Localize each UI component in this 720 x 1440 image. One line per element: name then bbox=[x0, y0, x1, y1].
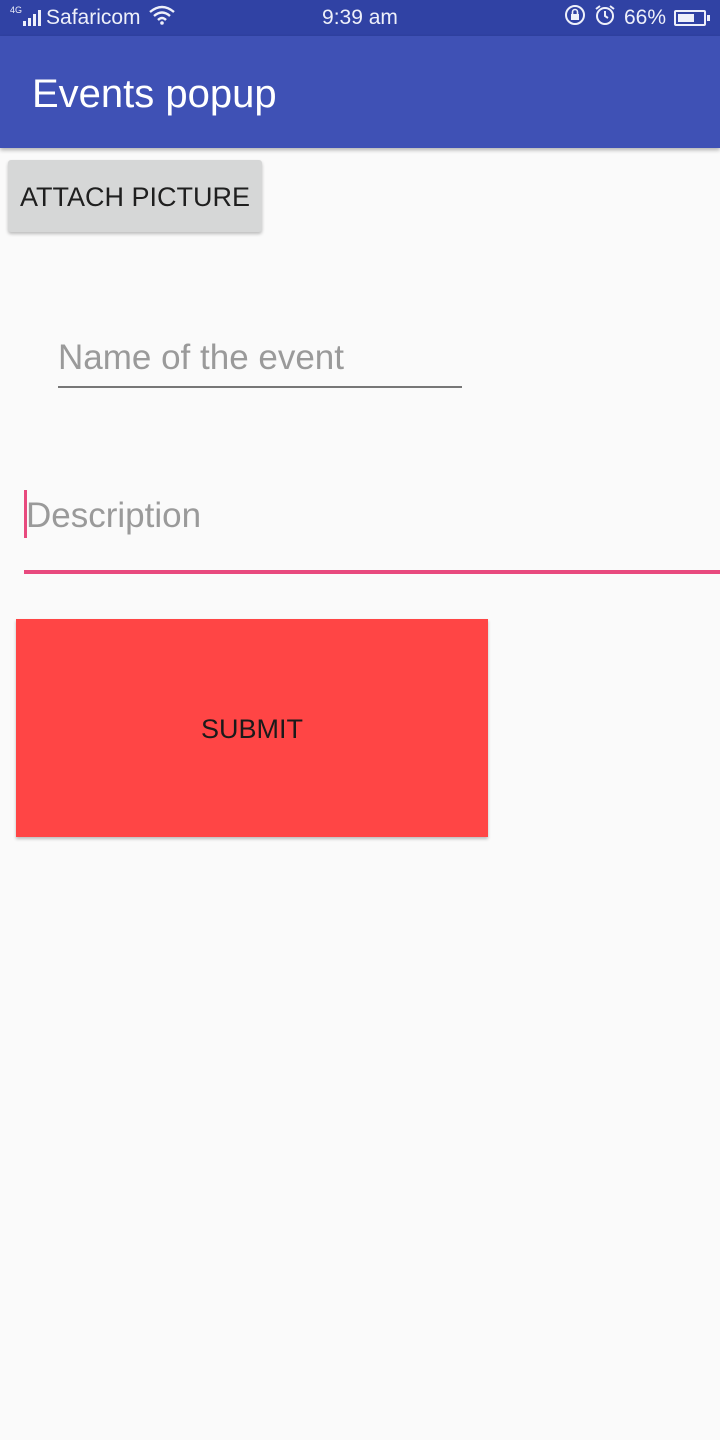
description-placeholder: Description bbox=[26, 496, 202, 535]
description-field[interactable]: Description bbox=[24, 480, 720, 574]
event-name-placeholder: Name of the event bbox=[58, 338, 344, 377]
page-title: Events popup bbox=[32, 72, 277, 116]
alarm-icon bbox=[594, 4, 616, 32]
rotation-lock-icon bbox=[564, 4, 586, 32]
submit-button[interactable]: SUBMIT bbox=[16, 619, 488, 837]
app-bar: Events popup bbox=[0, 36, 720, 148]
battery-percent: 66% bbox=[623, 6, 666, 29]
status-right: 66% bbox=[564, 0, 710, 36]
battery-icon bbox=[674, 10, 710, 26]
attach-picture-button[interactable]: ATTACH PICTURE bbox=[8, 160, 262, 232]
status-bar: 4G Safaricom 9:39 am 66% bbox=[0, 0, 720, 36]
event-name-field[interactable]: Name of the event bbox=[58, 330, 462, 388]
